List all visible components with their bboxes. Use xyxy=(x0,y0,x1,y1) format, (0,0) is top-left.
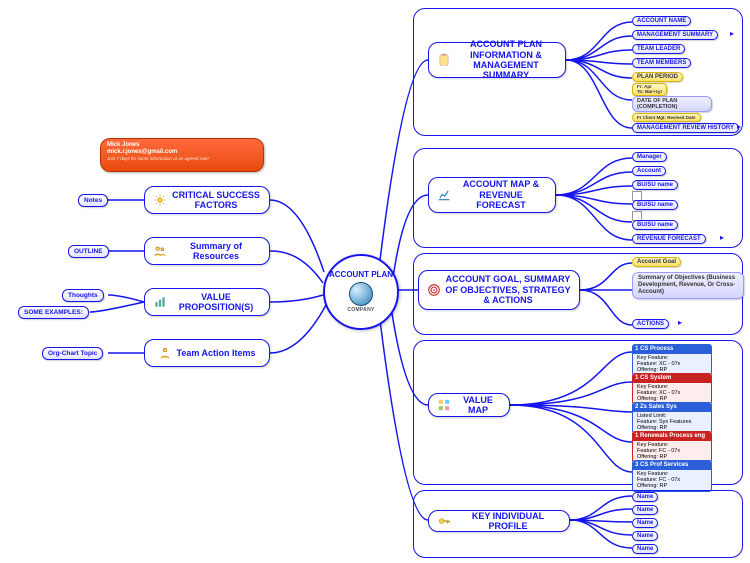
node-apims[interactable]: ACCOUNT PLAN INFORMATION & MANAGEMENT SU… xyxy=(428,42,566,78)
leaf-manager[interactable]: Manager xyxy=(632,152,667,162)
vm-item-2[interactable]: 1 CS SystemKey Feature: Feature: XC - 07… xyxy=(632,373,712,405)
contact-note: Just 7 days for some information at an a… xyxy=(107,156,257,161)
grid-icon xyxy=(437,398,451,412)
key-icon xyxy=(437,514,451,528)
leaf-summary-objectives[interactable]: Summary of Objectives (Business Developm… xyxy=(632,272,744,299)
expand-arrow-icon[interactable]: ▸ xyxy=(737,122,741,131)
leaf-plan-period[interactable]: PLAN PERIOD xyxy=(632,72,683,82)
leaf-date-of-plan[interactable]: DATE OF PLAN (COMPLETION) xyxy=(632,96,712,112)
leaf-account-goal[interactable]: Account Goal xyxy=(632,257,681,267)
leaf-kip-name[interactable]: Name xyxy=(632,505,658,515)
center-title: ACCOUNT PLAN xyxy=(329,271,393,279)
leaf-kip-name[interactable]: Name xyxy=(632,544,658,554)
node-value-map[interactable]: VALUE MAP xyxy=(428,393,510,417)
node-value-proposition[interactable]: VALUE PROPOSITION(S) xyxy=(144,288,270,316)
leaf-revenue-forecast[interactable]: REVENUE FORECAST xyxy=(632,234,706,244)
leaf-mgmt-review-history[interactable]: MANAGEMENT REVIEW HISTORY xyxy=(632,123,739,133)
node-label: ACCOUNT PLAN INFORMATION & MANAGEMENT SU… xyxy=(455,39,557,80)
node-critical-success-factors[interactable]: CRITICAL SUCCESS FACTORS xyxy=(144,186,270,214)
expand-arrow-icon[interactable]: ▸ xyxy=(678,318,682,327)
expand-arrow-icon[interactable]: ▸ xyxy=(720,233,724,242)
leaf-busu-1[interactable]: BU/SU name xyxy=(632,180,678,190)
center-root[interactable]: ACCOUNT PLAN COMPANY xyxy=(323,254,399,330)
leaf-team-leader[interactable]: TEAM LEADER xyxy=(632,44,685,54)
leaf-plan-period-detail[interactable]: Fr: AprTo: Mar+1yr xyxy=(632,83,667,96)
vm-item-4[interactable]: 1 Renewals Process engKey Feature: Featu… xyxy=(632,431,712,463)
expand-arrow-icon[interactable]: ▸ xyxy=(730,29,734,38)
leaf-outline[interactable]: OUTLINE xyxy=(68,245,109,258)
leaf-org-chart-topic[interactable]: Org-Chart Topic xyxy=(42,347,103,360)
leaf-account-name[interactable]: ACCOUNT NAME xyxy=(632,16,691,26)
team-icon xyxy=(158,346,172,360)
node-agsosa[interactable]: ACCOUNT GOAL, SUMMARY OF OBJECTIVES, STR… xyxy=(418,270,580,310)
contact-email: mick.r.jones@gmail.com xyxy=(107,149,257,156)
leaf-kip-name[interactable]: Name xyxy=(632,492,658,502)
node-kip[interactable]: KEY INDIVIDUAL PROFILE xyxy=(428,510,570,532)
people-icon xyxy=(153,244,167,258)
leaf-notes[interactable]: Notes xyxy=(78,194,108,207)
target-icon xyxy=(427,283,441,297)
leaf-mgmt-summary[interactable]: MANAGEMENT SUMMARY xyxy=(632,30,718,40)
node-amrf[interactable]: ACCOUNT MAP & REVENUE FORECAST xyxy=(428,177,556,213)
company-logo-icon xyxy=(349,282,373,306)
chart-icon xyxy=(437,188,451,202)
leaf-team-members[interactable]: TEAM MEMBERS xyxy=(632,58,691,68)
node-label: ACCOUNT GOAL, SUMMARY OF OBJECTIVES, STR… xyxy=(445,274,571,305)
node-team-action-items[interactable]: Team Action Items xyxy=(144,339,270,367)
node-label: Summary of Resources xyxy=(171,241,261,262)
leaf-thoughts[interactable]: Thoughts xyxy=(62,289,104,302)
gear-icon xyxy=(153,193,167,207)
node-label: VALUE PROPOSITION(S) xyxy=(171,292,261,313)
leaf-date-detail[interactable]: Fr Client Mgt: Revised Date xyxy=(632,113,701,122)
leaf-actions[interactable]: ACTIONS xyxy=(632,319,669,329)
node-label: VALUE MAP xyxy=(455,395,501,416)
node-label: Team Action Items xyxy=(176,348,255,358)
node-label: CRITICAL SUCCESS FACTORS xyxy=(171,190,261,211)
leaf-account[interactable]: Account xyxy=(632,166,666,176)
vm-item-5[interactable]: 3 CS Prof ServicesKey Feature: Feature: … xyxy=(632,460,712,492)
node-label: ACCOUNT MAP & REVENUE FORECAST xyxy=(455,179,547,210)
bar-chart-icon xyxy=(153,295,167,309)
vm-item-1[interactable]: 1 CS ProcessKey Feature: Feature: XC - 0… xyxy=(632,344,712,376)
leaf-kip-name[interactable]: Name xyxy=(632,531,658,541)
center-company: COMPANY xyxy=(347,307,374,313)
leaf-busu-2[interactable]: BU/SU name xyxy=(632,200,678,210)
contact-name: Mick Jones xyxy=(107,142,257,149)
leaf-kip-name[interactable]: Name xyxy=(632,518,658,528)
clipboard-icon xyxy=(437,53,451,67)
mindmap-canvas: ACCOUNT PLAN COMPANY Mick Jones mick.r.j… xyxy=(0,0,750,563)
leaf-some-examples[interactable]: SOME EXAMPLES: xyxy=(18,306,89,319)
node-label: KEY INDIVIDUAL PROFILE xyxy=(455,511,561,532)
vm-item-3[interactable]: 2 Zs Sales SysListed Limit: Feature: Sys… xyxy=(632,402,712,434)
node-summary-of-resources[interactable]: Summary of Resources xyxy=(144,237,270,265)
leaf-busu-3[interactable]: BU/SU name xyxy=(632,220,678,230)
contact-card[interactable]: Mick Jones mick.r.jones@gmail.com Just 7… xyxy=(100,138,264,172)
